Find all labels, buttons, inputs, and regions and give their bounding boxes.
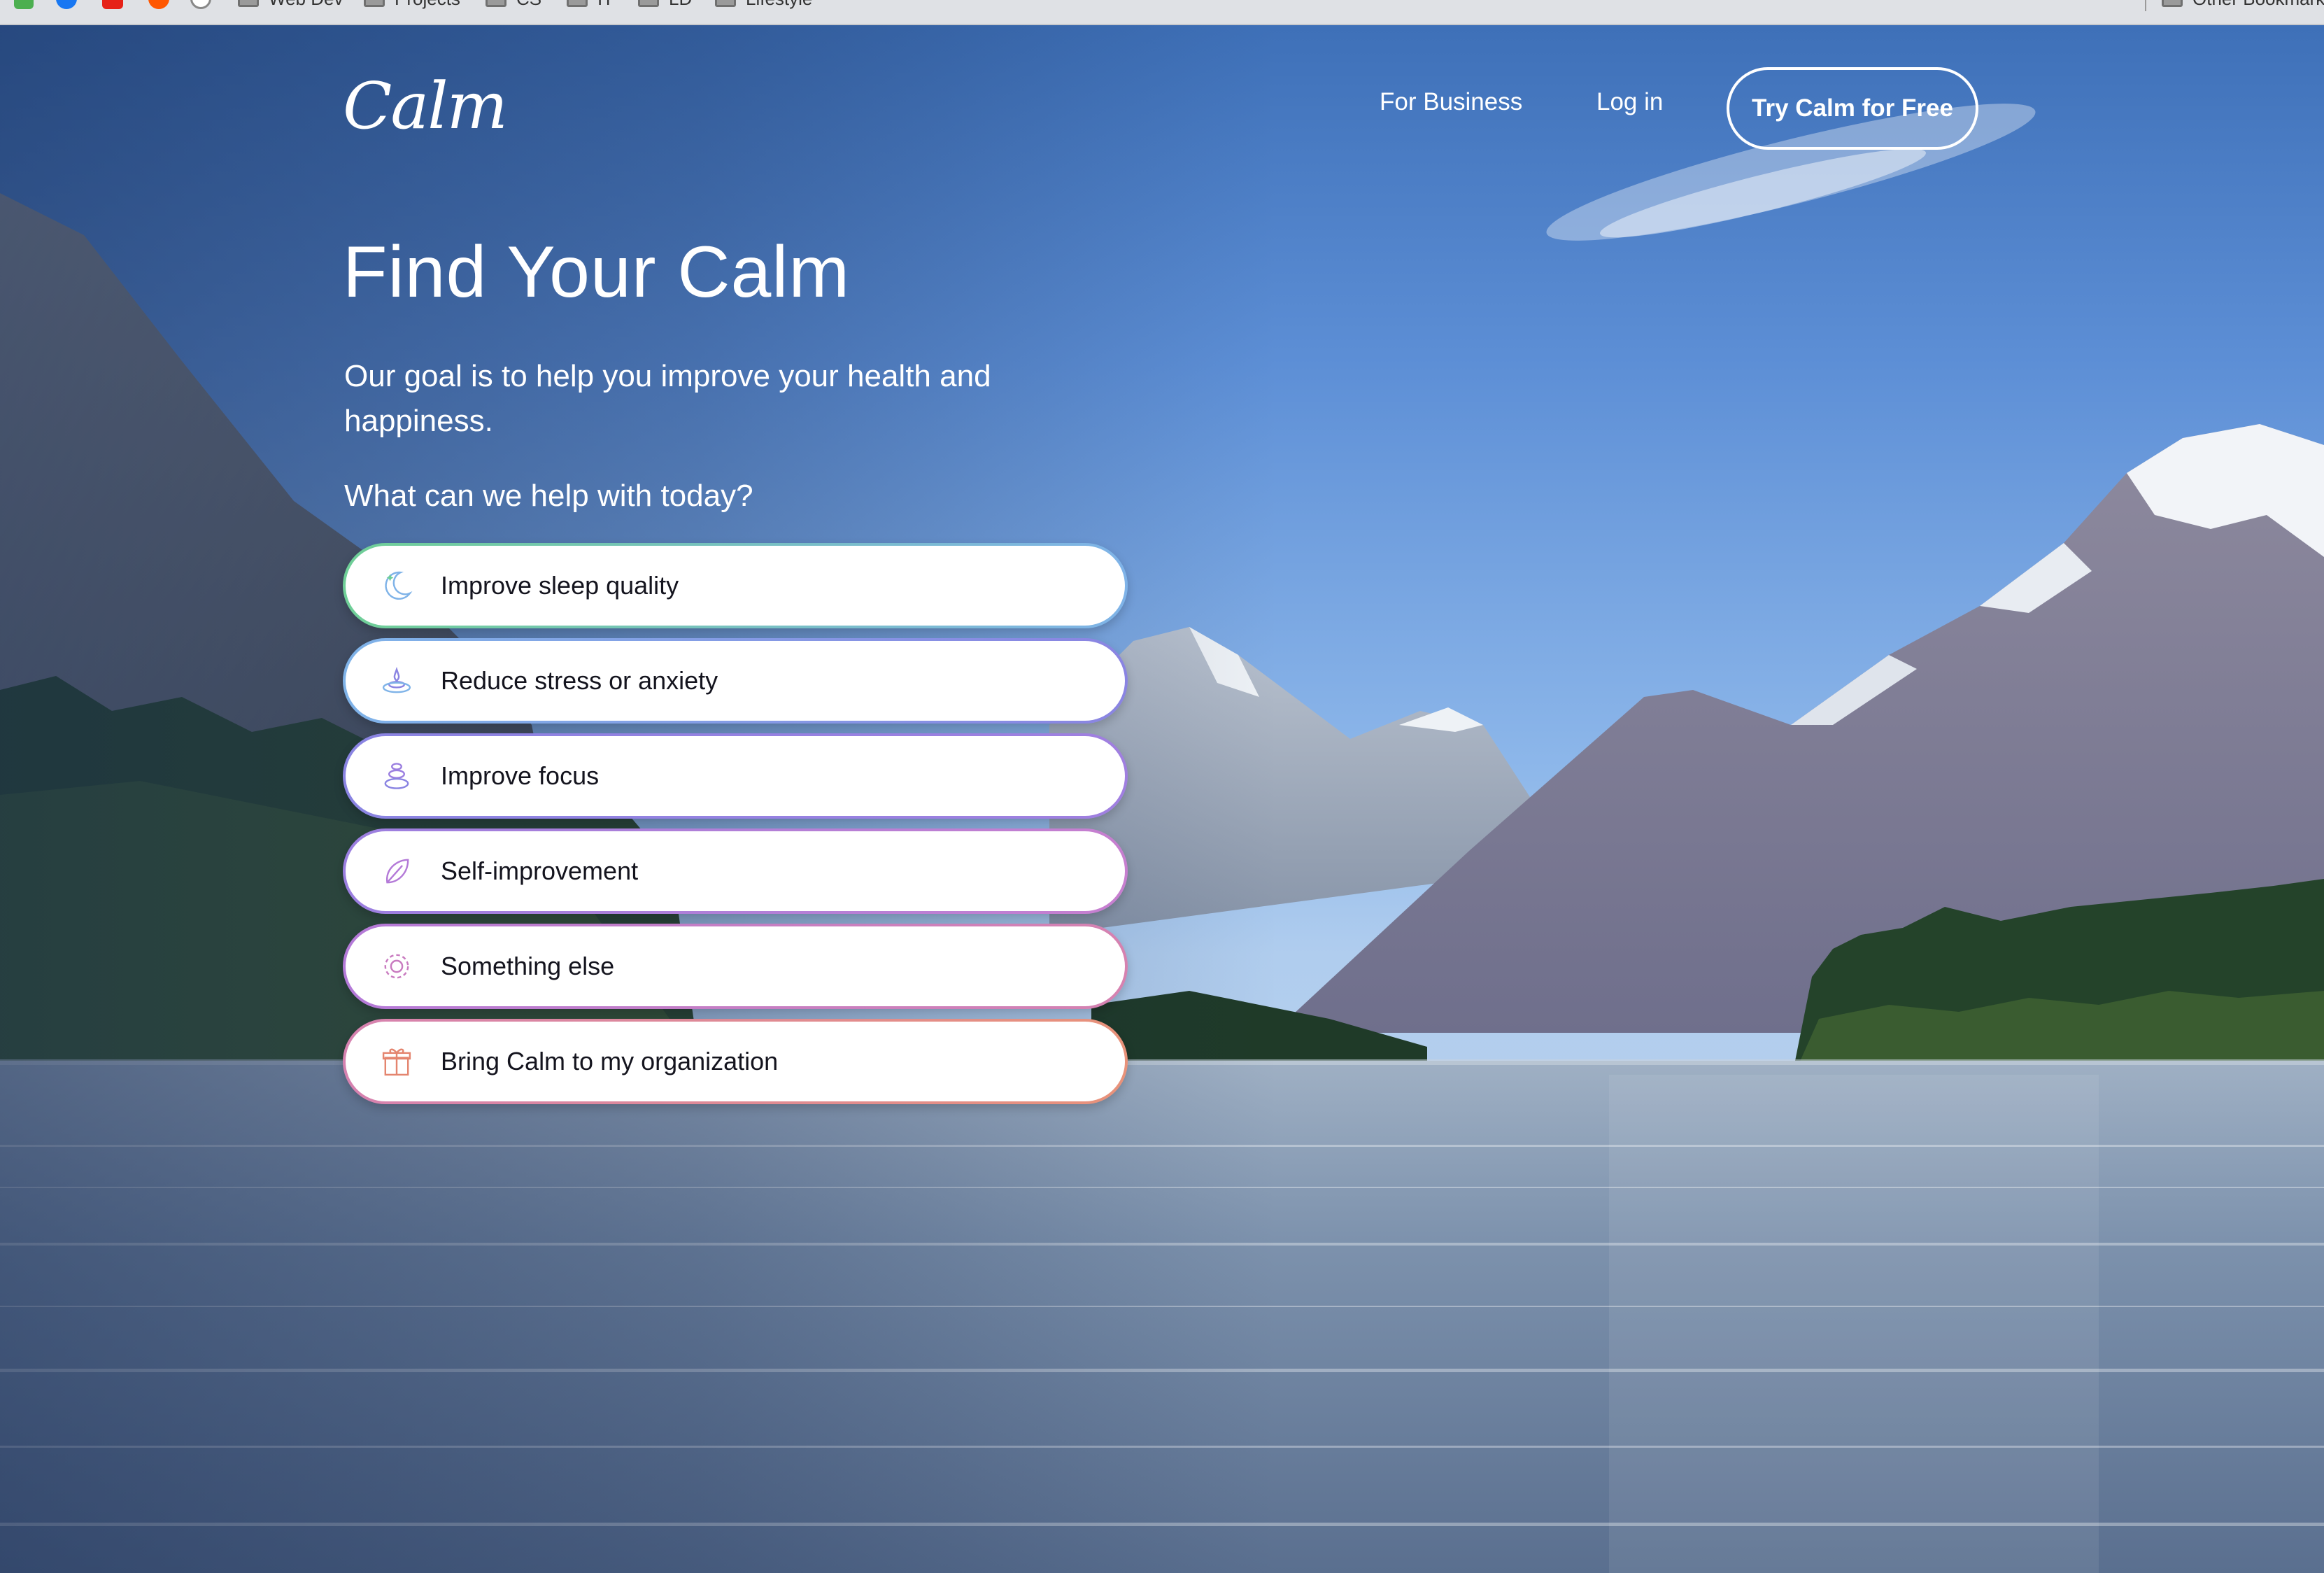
bookmark-folder-it[interactable]: IT (567, 0, 614, 13)
calm-logo[interactable]: Calm (343, 74, 508, 139)
facebook-bookmark[interactable] (56, 0, 77, 13)
github-icon (190, 0, 211, 9)
help-prompt: What can we help with today? (344, 479, 753, 513)
reddit-icon (148, 0, 169, 9)
reddit-bookmark[interactable] (148, 0, 169, 13)
gmail-bookmark[interactable] (14, 0, 34, 13)
option-bring-calm-organization[interactable]: Bring Calm to my organization (343, 1019, 1128, 1104)
option-self-improvement[interactable]: Self-improvement (343, 828, 1128, 914)
flower-icon (384, 954, 409, 979)
facebook-icon (56, 0, 77, 9)
hero-section: Calm For Business Log in Try Calm for Fr… (0, 25, 2324, 1573)
gift-icon (382, 1048, 411, 1076)
page-subtitle: Our goal is to help you improve your hea… (344, 359, 991, 438)
option-reduce-stress[interactable]: Reduce stress or anxiety (343, 638, 1128, 724)
try-calm-free-button[interactable]: Try Calm for Free (1727, 67, 1978, 150)
bookmark-folder-projects[interactable]: Projects (364, 0, 460, 13)
goal-options: Improve sleep quality Reduce stress or a… (343, 543, 1128, 1114)
for-business-link[interactable]: For Business (1380, 90, 1522, 114)
option-improve-sleep[interactable]: Improve sleep quality (343, 543, 1128, 628)
other-bookmarks[interactable]: Other Bookmarks (2162, 0, 2324, 13)
option-label: Improve sleep quality (441, 571, 679, 600)
folder-icon (567, 0, 588, 7)
option-label: Improve focus (441, 761, 600, 790)
option-label: Reduce stress or anxiety (441, 666, 718, 695)
youtube-bookmark[interactable] (102, 0, 123, 13)
folder-icon (364, 0, 385, 7)
option-label: Bring Calm to my organization (441, 1047, 779, 1075)
folder-icon (2162, 0, 2183, 7)
github-bookmark[interactable] (190, 0, 211, 13)
folder-icon (238, 0, 259, 7)
bookmarks-separator (2145, 0, 2146, 11)
ripple-icon (382, 666, 411, 693)
option-something-else[interactable]: Something else (343, 924, 1128, 1009)
option-improve-focus[interactable]: Improve focus (343, 733, 1128, 819)
leaf-icon (386, 859, 409, 884)
youtube-icon (102, 0, 123, 9)
bookmarks-bar: Web Dev Projects CS IT LD Lifestyle Othe… (0, 0, 2324, 25)
bookmark-folder-lifestyle[interactable]: Lifestyle (715, 0, 812, 13)
folder-icon (715, 0, 736, 7)
page-title: Find Your Calm (343, 232, 851, 313)
folder-icon (638, 0, 659, 7)
gmail-icon (14, 0, 34, 9)
stones-icon (384, 763, 409, 789)
bookmark-folder-ld[interactable]: LD (638, 0, 692, 13)
bookmark-folder-web-dev[interactable]: Web Dev (238, 0, 343, 13)
moon-icon (385, 571, 413, 600)
bookmark-folder-cs[interactable]: CS (486, 0, 541, 13)
option-label: Self-improvement (441, 856, 639, 885)
folder-icon (486, 0, 506, 7)
log-in-link[interactable]: Log in (1596, 90, 1663, 114)
option-label: Something else (441, 952, 615, 980)
